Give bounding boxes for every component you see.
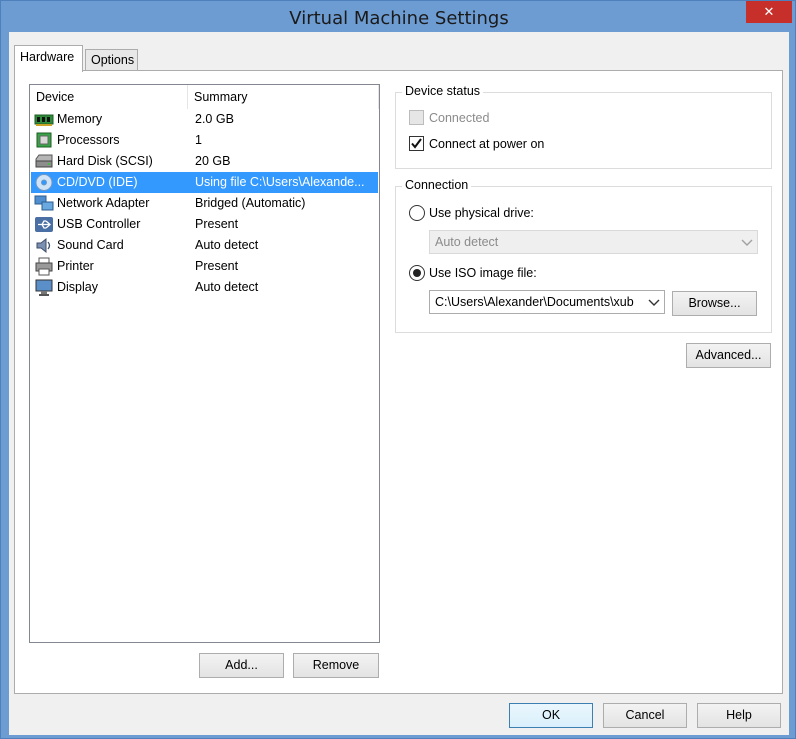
dialog-body: Hardware Options Device Summary Memory 2… [9,32,789,735]
chevron-down-icon[interactable] [648,294,660,310]
tab-options[interactable]: Options [85,49,138,71]
help-button[interactable]: Help [697,703,781,728]
close-icon: ✕ [763,4,775,19]
device-status-group: Device status Connected Connect at power… [395,84,772,169]
device-name: Network Adapter [57,196,150,210]
device-summary: 1 [195,133,202,147]
device-row-printer[interactable]: Printer Present [31,256,378,277]
close-button[interactable]: ✕ [746,1,792,23]
column-device[interactable]: Device [30,85,188,109]
window-title: Virtual Machine Settings [289,8,509,29]
connection-title: Connection [402,178,472,192]
window: Virtual Machine Settings ✕ Hardware Opti… [0,0,796,739]
device-name: USB Controller [57,217,141,231]
physical-drive-value: Auto detect [435,235,499,249]
device-name: Sound Card [57,238,124,252]
device-name: Printer [57,259,94,273]
device-summary: Auto detect [195,238,259,252]
device-name: Display [57,280,98,294]
checkmark-icon [411,138,422,149]
device-summary: Using file C:\Users\Alexande... [195,175,365,189]
device-summary: Present [195,217,239,231]
connected-checkbox[interactable] [409,110,424,125]
use-physical-drive-label: Use physical drive: [429,206,534,220]
processor-icon [36,132,52,148]
physical-drive-select[interactable]: Auto detect [429,230,758,254]
cd-dvd-icon [35,174,53,191]
usb-icon [35,217,53,232]
use-iso-image-label: Use ISO image file: [429,266,537,280]
hard-disk-icon [35,154,53,168]
use-iso-image-radio[interactable] [409,265,425,281]
network-adapter-icon [34,195,54,211]
cancel-button[interactable]: Cancel [603,703,687,728]
connect-at-power-on-checkbox[interactable] [409,136,424,151]
add-button[interactable]: Add... [199,653,284,678]
device-list[interactable]: Device Summary Memory 2.0 GB Processors … [29,84,380,643]
advanced-button[interactable]: Advanced... [686,343,771,368]
device-summary: 20 GB [195,154,231,168]
connection-group: Connection Use physical drive: Auto dete… [395,178,772,333]
memory-icon [34,114,54,126]
iso-image-path-value: C:\Users\Alexander\Documents\xub [435,295,634,309]
printer-icon [35,257,53,276]
device-row-usb-controller[interactable]: USB Controller Present [31,214,378,235]
device-row-sound-card[interactable]: Sound Card Auto detect [31,235,378,256]
use-physical-drive-radio[interactable] [409,205,425,221]
iso-image-path-combo[interactable]: C:\Users\Alexander\Documents\xub [429,290,665,314]
tab-hardware[interactable]: Hardware [14,45,83,72]
device-row-network-adapter[interactable]: Network Adapter Bridged (Automatic) [31,193,378,214]
device-row-memory[interactable]: Memory 2.0 GB [31,109,378,130]
device-row-cd-dvd[interactable]: CD/DVD (IDE) Using file C:\Users\Alexand… [31,172,378,193]
browse-button[interactable]: Browse... [672,291,757,316]
device-list-header: Device Summary [30,85,379,109]
ok-button[interactable]: OK [509,703,593,728]
device-name: Processors [57,133,120,147]
device-summary: Present [195,259,239,273]
device-name: Memory [57,112,103,126]
connect-at-power-on-label: Connect at power on [429,137,545,151]
device-name: CD/DVD (IDE) [57,175,138,189]
device-summary: 2.0 GB [195,112,234,126]
hardware-panel: Device Summary Memory 2.0 GB Processors … [14,70,783,694]
device-row-hard-disk[interactable]: Hard Disk (SCSI) 20 GB [31,151,378,172]
device-status-title: Device status [402,84,484,98]
device-row-display[interactable]: Display Auto detect [31,277,378,298]
radio-selected-dot [413,269,421,277]
speaker-icon [36,237,51,254]
column-summary[interactable]: Summary [188,85,379,109]
device-summary: Auto detect [195,280,259,294]
monitor-icon [35,279,53,296]
chevron-down-icon [741,239,753,246]
remove-button[interactable]: Remove [293,653,379,678]
device-name: Hard Disk (SCSI) [57,154,153,168]
connected-label: Connected [429,111,490,125]
device-row-processors[interactable]: Processors 1 [31,130,378,151]
device-summary: Bridged (Automatic) [195,196,306,210]
